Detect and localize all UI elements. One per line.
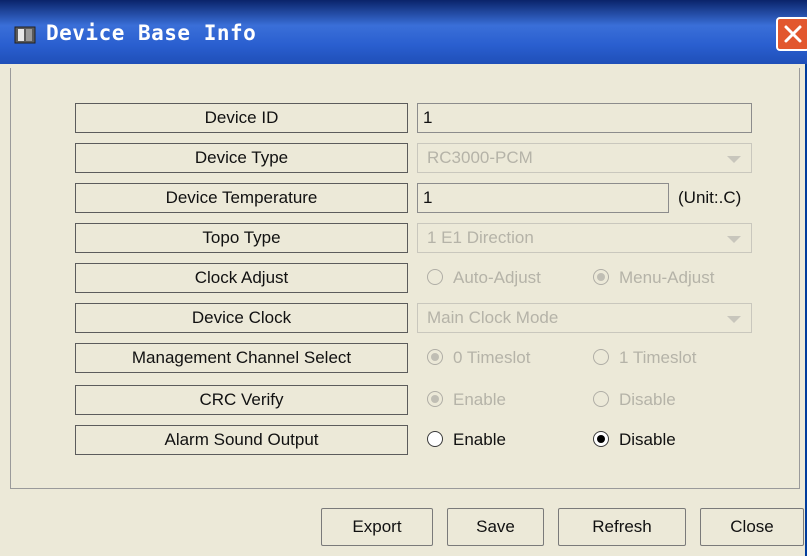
topo-type-select[interactable]: 1 E1 Direction (417, 223, 752, 253)
title-bar[interactable]: Device Base Info (0, 0, 807, 64)
radio-icon (593, 391, 609, 407)
radio-label: Enable (453, 390, 506, 409)
topo-type-label: Topo Type (75, 223, 408, 253)
radio-selected-icon (427, 349, 443, 365)
device-type-label: Device Type (75, 143, 408, 173)
management-channel-0-radio[interactable]: 0 Timeslot (427, 346, 577, 370)
device-id-field[interactable]: 1 (417, 103, 752, 133)
alarm-sound-label: Alarm Sound Output (75, 425, 408, 455)
radio-label: Disable (619, 390, 676, 409)
device-temperature-field[interactable]: 1 (417, 183, 669, 213)
alarm-sound-disable-radio[interactable]: Disable (593, 428, 743, 452)
radio-label: Disable (619, 430, 676, 449)
clock-adjust-menu-radio[interactable]: Menu-Adjust (593, 266, 743, 290)
device-clock-value: Main Clock Mode (427, 308, 559, 327)
radio-selected-icon (593, 269, 609, 285)
topo-type-value: 1 E1 Direction (427, 228, 534, 247)
crc-verify-disable-radio[interactable]: Disable (593, 388, 743, 412)
radio-selected-icon (427, 391, 443, 407)
radio-label: 0 Timeslot (453, 348, 531, 367)
alarm-sound-enable-radio[interactable]: Enable (427, 428, 577, 452)
radio-label: Auto-Adjust (453, 268, 541, 287)
crc-verify-label: CRC Verify (75, 385, 408, 415)
clock-adjust-auto-radio[interactable]: Auto-Adjust (427, 266, 577, 290)
close-icon (784, 25, 802, 43)
crc-verify-enable-radio[interactable]: Enable (427, 388, 577, 412)
radio-label: Menu-Adjust (619, 268, 715, 287)
radio-icon (427, 431, 443, 447)
device-type-value: RC3000-PCM (427, 148, 533, 167)
device-temperature-label: Device Temperature (75, 183, 408, 213)
chevron-down-icon (727, 236, 741, 243)
clock-adjust-label: Clock Adjust (75, 263, 408, 293)
radio-selected-icon (593, 431, 609, 447)
refresh-button[interactable]: Refresh (558, 508, 686, 546)
chevron-down-icon (727, 316, 741, 323)
export-button[interactable]: Export (321, 508, 433, 546)
device-id-label: Device ID (75, 103, 408, 133)
window-close-button[interactable] (776, 17, 807, 51)
device-type-select[interactable]: RC3000-PCM (417, 143, 752, 173)
chevron-down-icon (727, 156, 741, 163)
temperature-unit: (Unit:.C) (678, 188, 742, 207)
management-channel-1-radio[interactable]: 1 Timeslot (593, 346, 743, 370)
document-icon (14, 26, 36, 44)
management-channel-label: Management Channel Select (75, 343, 408, 373)
radio-icon (427, 269, 443, 285)
close-button[interactable]: Close (700, 508, 804, 546)
device-clock-select[interactable]: Main Clock Mode (417, 303, 752, 333)
radio-label: 1 Timeslot (619, 348, 697, 367)
window-title: Device Base Info (46, 21, 257, 45)
device-base-info-window: Device Base Info Device ID 1 Device Type… (0, 0, 807, 556)
save-button[interactable]: Save (447, 508, 544, 546)
device-clock-label: Device Clock (75, 303, 408, 333)
radio-label: Enable (453, 430, 506, 449)
radio-icon (593, 349, 609, 365)
